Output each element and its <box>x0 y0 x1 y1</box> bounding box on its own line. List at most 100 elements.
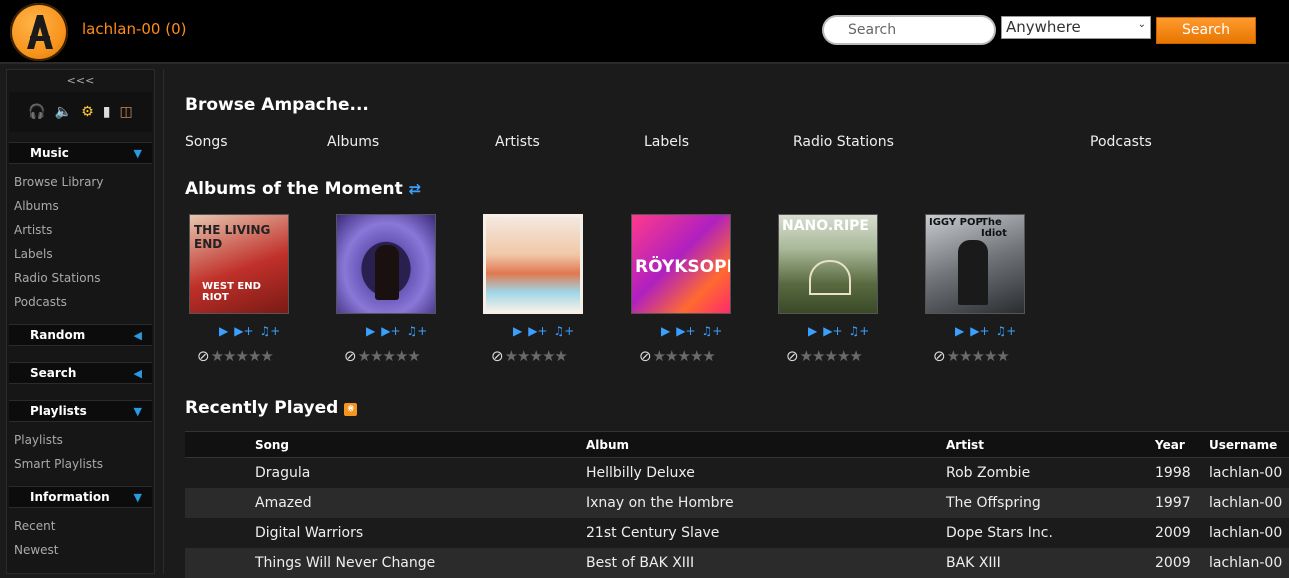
album-cell[interactable]: Ixnay on the Hombre <box>586 487 946 518</box>
star-icon[interactable]: ★ <box>358 347 371 365</box>
headphones-icon[interactable]: 🎧 <box>28 104 45 120</box>
rss-icon[interactable]: ⋇ <box>344 403 358 416</box>
add-to-playlist-icon[interactable]: ▶+ <box>381 324 400 338</box>
sidebar-collapse-button[interactable]: <<< <box>7 70 154 92</box>
song-cell[interactable]: Digital Warriors <box>255 517 586 548</box>
star-icon[interactable]: ★ <box>837 347 850 365</box>
clear-rating-icon[interactable]: ⊘ <box>344 347 357 365</box>
sidebar-item-browse-library[interactable]: Browse Library <box>7 170 154 194</box>
add-to-queue-icon[interactable]: ♫+ <box>407 324 428 338</box>
star-icon[interactable]: ★ <box>542 347 555 365</box>
sidebar-item-newest[interactable]: Newest <box>7 538 154 562</box>
gear-icon[interactable]: ⚙ <box>81 104 94 120</box>
browse-link-labels[interactable]: Labels <box>644 134 689 150</box>
speaker-icon[interactable]: 🔈 <box>55 104 72 120</box>
album-cover[interactable]: THE LIVING END WEST END RIOT <box>189 214 289 314</box>
add-to-queue-icon[interactable]: ♫+ <box>702 324 723 338</box>
sidebar-item-albums[interactable]: Albums <box>7 194 154 218</box>
sidebar-item-recent[interactable]: Recent <box>7 514 154 538</box>
sidebar-section-playlists[interactable]: Playlists ▼ <box>9 400 152 422</box>
clear-rating-icon[interactable]: ⊘ <box>491 347 504 365</box>
star-icon[interactable]: ★ <box>984 347 997 365</box>
star-icon[interactable]: ★ <box>849 347 862 365</box>
star-icon[interactable]: ★ <box>211 347 224 365</box>
door-exit-icon[interactable]: ◫ <box>119 104 132 120</box>
clear-rating-icon[interactable]: ⊘ <box>197 347 210 365</box>
shuffle-icon[interactable]: ⇄ <box>409 180 422 198</box>
artist-cell[interactable]: Rob Zombie <box>946 457 1155 488</box>
browse-link-songs[interactable]: Songs <box>185 134 228 150</box>
add-to-queue-icon[interactable]: ♫+ <box>260 324 281 338</box>
sidebar-item-radio-stations[interactable]: Radio Stations <box>7 266 154 290</box>
ampache-logo[interactable] <box>10 3 68 61</box>
sidebar-item-playlists[interactable]: Playlists <box>7 428 154 452</box>
column-header-year[interactable]: Year <box>1155 431 1209 458</box>
album-cell[interactable]: Hellbilly Deluxe <box>586 457 946 488</box>
search-scope-select[interactable]: Anywhere ⌄ <box>1001 16 1151 39</box>
album-cell[interactable]: Best of BAK XIII <box>586 547 946 578</box>
username-cell[interactable]: lachlan-00 <box>1209 457 1289 488</box>
play-icon[interactable]: ▶ <box>955 324 964 338</box>
add-to-playlist-icon[interactable]: ▶+ <box>823 324 842 338</box>
play-icon[interactable]: ▶ <box>808 324 817 338</box>
username-cell[interactable]: lachlan-00 <box>1209 517 1289 548</box>
column-header-artist[interactable]: Artist <box>946 431 1155 458</box>
browse-link-albums[interactable]: Albums <box>327 134 379 150</box>
star-icon[interactable]: ★ <box>800 347 813 365</box>
star-icon[interactable]: ★ <box>959 347 972 365</box>
document-icon[interactable]: ▮ <box>103 104 111 120</box>
star-icon[interactable]: ★ <box>824 347 837 365</box>
star-icon[interactable]: ★ <box>517 347 530 365</box>
column-header-username[interactable]: Username <box>1209 431 1289 458</box>
star-icon[interactable]: ★ <box>690 347 703 365</box>
add-to-queue-icon[interactable]: ♫+ <box>554 324 575 338</box>
star-icon[interactable]: ★ <box>505 347 518 365</box>
star-icon[interactable]: ★ <box>370 347 383 365</box>
album-cover[interactable] <box>336 214 436 314</box>
star-icon[interactable]: ★ <box>677 347 690 365</box>
album-cell[interactable]: 21st Century Slave <box>586 517 946 548</box>
username-cell[interactable]: lachlan-00 <box>1209 487 1289 518</box>
username-cell[interactable]: lachlan-00 <box>1209 547 1289 578</box>
song-cell[interactable]: Amazed <box>255 487 586 518</box>
browse-link-podcasts[interactable]: Podcasts <box>1090 134 1152 150</box>
album-cover[interactable]: RÖYKSOPP <box>631 214 731 314</box>
sidebar-section-search[interactable]: Search ◀ <box>9 362 152 384</box>
star-icon[interactable]: ★ <box>947 347 960 365</box>
clear-rating-icon[interactable]: ⊘ <box>933 347 946 365</box>
play-icon[interactable]: ▶ <box>661 324 670 338</box>
add-to-queue-icon[interactable]: ♫+ <box>996 324 1017 338</box>
star-icon[interactable]: ★ <box>665 347 678 365</box>
sidebar-section-music[interactable]: Music ▼ <box>9 142 152 164</box>
browse-link-artists[interactable]: Artists <box>495 134 540 150</box>
album-cover[interactable]: NANO.RIPE <box>778 214 878 314</box>
play-icon[interactable]: ▶ <box>366 324 375 338</box>
play-icon[interactable]: ▶ <box>513 324 522 338</box>
star-icon[interactable]: ★ <box>407 347 420 365</box>
add-to-playlist-icon[interactable]: ▶+ <box>676 324 695 338</box>
clear-rating-icon[interactable]: ⊘ <box>786 347 799 365</box>
column-header-song[interactable]: Song <box>255 431 586 458</box>
add-to-playlist-icon[interactable]: ▶+ <box>970 324 989 338</box>
sidebar-section-information[interactable]: Information ▼ <box>9 486 152 508</box>
star-icon[interactable]: ★ <box>996 347 1009 365</box>
add-to-playlist-icon[interactable]: ▶+ <box>528 324 547 338</box>
star-icon[interactable]: ★ <box>260 347 273 365</box>
star-icon[interactable]: ★ <box>235 347 248 365</box>
sidebar-item-smart-playlists[interactable]: Smart Playlists <box>7 452 154 476</box>
add-to-playlist-icon[interactable]: ▶+ <box>234 324 253 338</box>
browse-link-radio-stations[interactable]: Radio Stations <box>793 134 894 150</box>
album-cover[interactable]: IGGY POP The Idiot <box>925 214 1025 314</box>
star-icon[interactable]: ★ <box>812 347 825 365</box>
sidebar-section-random[interactable]: Random ◀ <box>9 324 152 346</box>
clear-rating-icon[interactable]: ⊘ <box>639 347 652 365</box>
play-icon[interactable]: ▶ <box>219 324 228 338</box>
star-icon[interactable]: ★ <box>248 347 261 365</box>
star-icon[interactable]: ★ <box>653 347 666 365</box>
search-input[interactable] <box>822 15 996 45</box>
star-icon[interactable]: ★ <box>529 347 542 365</box>
artist-cell[interactable]: BAK XIII <box>946 547 1155 578</box>
artist-cell[interactable]: Dope Stars Inc. <box>946 517 1155 548</box>
star-icon[interactable]: ★ <box>702 347 715 365</box>
sidebar-item-labels[interactable]: Labels <box>7 242 154 266</box>
